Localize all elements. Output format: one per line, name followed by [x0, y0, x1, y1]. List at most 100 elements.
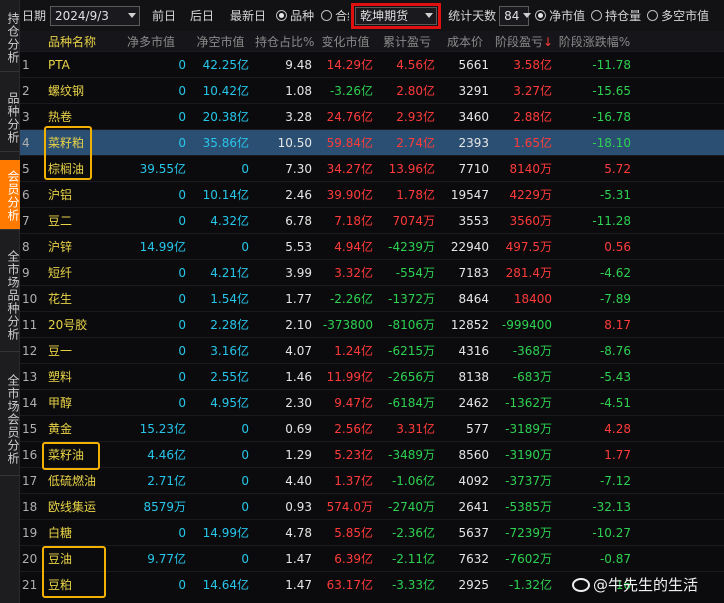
- row-name: 甲醇: [48, 396, 73, 410]
- row-stage-rise: 4.28: [604, 421, 631, 436]
- row-holding-pct: 3.99: [285, 265, 312, 280]
- row-cost: 4092: [458, 473, 489, 488]
- row-index: 14: [22, 395, 38, 410]
- row-cost: 2393: [458, 135, 489, 150]
- row-index: 17: [22, 473, 38, 488]
- table-row[interactable]: 20 豆油 9.77亿 0 1.47 6.39亿 -2.11亿 7632 -7602万 -0.87: [20, 545, 724, 571]
- row-name: 塑料: [48, 370, 73, 384]
- row-net-short: 10.42亿: [202, 84, 249, 98]
- table-row[interactable]: 4 菜籽粕 0 35.86亿 10.50 59.84亿 2.74亿 2393 1.65亿 -18.…: [20, 129, 724, 155]
- header-cost[interactable]: 成本价: [438, 33, 492, 50]
- row-holding-pct: 4.07: [285, 343, 312, 358]
- row-name: 豆油: [48, 552, 73, 566]
- row-cost: 3553: [458, 213, 489, 228]
- radio-holding[interactable]: 持仓量: [591, 7, 641, 24]
- latest-day-button[interactable]: 最新日: [230, 7, 266, 24]
- header-change-value[interactable]: 变化市值: [315, 33, 376, 50]
- row-name: 黄金: [48, 422, 73, 436]
- table-row[interactable]: 17 低硫燃油 2.71亿 0 4.40 1.37亿 -1.06亿 4092 -3737万 -7.…: [20, 467, 724, 493]
- row-holding-pct: 1.29: [285, 447, 312, 462]
- header-net-long[interactable]: 净多市值: [113, 33, 189, 50]
- row-net-short: 0: [241, 239, 249, 254]
- row-change-value: 2.56亿: [334, 422, 373, 436]
- watermark: @牛先生的生活: [572, 574, 698, 595]
- table-row[interactable]: 14 甲醇 0 4.95亿 2.30 9.47亿 -6184万 2462 -1362万 -4.51: [20, 389, 724, 415]
- row-cum-pnl: -3489万: [388, 448, 435, 462]
- row-index: 11: [22, 317, 38, 332]
- radio-long-short[interactable]: 多空市值: [647, 7, 709, 24]
- row-cum-pnl: -6215万: [388, 344, 435, 358]
- row-name: 白糖: [48, 526, 73, 540]
- tab-market-variety-analysis[interactable]: 全市场品种分析: [0, 238, 20, 352]
- row-cum-pnl: 7074万: [392, 214, 435, 228]
- header-stage-rise[interactable]: 阶段涨跌幅%: [555, 33, 634, 50]
- radio-contract[interactable]: 合约: [321, 7, 349, 24]
- radio-unchecked-icon: [647, 10, 659, 21]
- row-stage-rise: -11.78: [592, 57, 631, 72]
- next-day-button[interactable]: 后日: [190, 7, 214, 24]
- table-row[interactable]: 15 黄金 15.23亿 0 0.69 2.56亿 3.31亿 577 -3189万 4.28: [20, 415, 724, 441]
- table-row[interactable]: 8 沪锌 14.99亿 0 5.53 4.94亿 -4239万 22940 497.5万 0.56: [20, 233, 724, 259]
- table-row[interactable]: 5 棕榈油 39.55亿 0 7.30 34.27亿 13.96亿 7710 8140万 5.72: [20, 155, 724, 181]
- row-cost: 2925: [458, 577, 489, 592]
- table-row[interactable]: 2 螺纹钢 0 10.42亿 1.08 -3.26亿 2.80亿 3291 3.27亿 -15.6…: [20, 77, 724, 103]
- row-stage-pnl: -7602万: [505, 552, 552, 566]
- row-name: PTA: [48, 57, 70, 72]
- row-stage-rise: -7.89: [599, 291, 631, 306]
- table-row[interactable]: 13 塑料 0 2.55亿 1.46 11.99亿 -2656万 8138 -683万 -5.43: [20, 363, 724, 389]
- header-holding-pct[interactable]: 持仓占比%: [252, 33, 315, 50]
- row-stage-pnl: 3.58亿: [513, 58, 552, 72]
- table-row[interactable]: 11 20号胶 0 2.28亿 2.10 -373800 -8106万 12852 -99940…: [20, 311, 724, 337]
- row-stage-pnl: -7239万: [505, 526, 552, 540]
- row-cost: 7632: [458, 551, 489, 566]
- row-net-short: 2.28亿: [210, 318, 249, 332]
- member-select[interactable]: 乾坤期货: [355, 6, 438, 25]
- header-stage-pnl[interactable]: 阶段盈亏↓: [492, 33, 555, 50]
- table-row[interactable]: 1 PTA 0 42.25亿 9.48 14.29亿 4.56亿 5661 3.58亿 -11.7…: [20, 51, 724, 77]
- row-name: 棕榈油: [48, 162, 85, 176]
- table-row[interactable]: 6 沪铝 0 10.14亿 2.46 39.90亿 1.78亿 19547 4229万 -5.31: [20, 181, 724, 207]
- tab-position-analysis[interactable]: 持仓分析: [0, 2, 20, 72]
- prev-day-button[interactable]: 前日: [152, 7, 176, 24]
- stat-days-select[interactable]: 84: [499, 5, 532, 26]
- table-row[interactable]: 16 菜籽油 4.46亿 0 1.29 5.23亿 -3489万 8560 -3190万 1.77: [20, 441, 724, 467]
- row-holding-pct: 1.08: [285, 83, 312, 98]
- table-body: 1 PTA 0 42.25亿 9.48 14.29亿 4.56亿 5661 3.58亿 -11.7…: [20, 51, 724, 597]
- header-name[interactable]: 品种名称: [45, 33, 113, 50]
- table-row[interactable]: 10 花生 0 1.54亿 1.77 -2.26亿 -1372万 8464 18400 -7.89: [20, 285, 724, 311]
- row-stage-pnl: 4229万: [509, 188, 552, 202]
- radio-holding-label: 持仓量: [605, 9, 642, 23]
- row-stage-pnl: -3189万: [505, 422, 552, 436]
- row-index: 15: [22, 421, 38, 436]
- row-net-short: 0: [241, 447, 249, 462]
- date-select[interactable]: 2024/9/3: [50, 5, 141, 26]
- tab-member-analysis[interactable]: 会员分析: [0, 160, 20, 230]
- tab-variety-analysis[interactable]: 品种分析: [0, 82, 20, 152]
- row-cost: 5661: [458, 57, 489, 72]
- row-net-short: 4.95亿: [210, 396, 249, 410]
- row-holding-pct: 7.30: [285, 161, 312, 176]
- row-holding-pct: 1.46: [285, 369, 312, 384]
- row-cost: 3291: [458, 83, 489, 98]
- row-index: 18: [22, 499, 38, 514]
- header-cum-pnl[interactable]: 累计盈亏: [376, 33, 438, 50]
- table-row[interactable]: 9 短纤 0 4.21亿 3.99 3.32亿 -554万 7183 281.4万 -4.62: [20, 259, 724, 285]
- table-row[interactable]: 3 热卷 0 20.38亿 3.28 24.76亿 2.93亿 3460 2.88亿 -16.78: [20, 103, 724, 129]
- row-holding-pct: 3.28: [285, 109, 312, 124]
- row-net-long: 0: [178, 57, 186, 72]
- table-row[interactable]: 7 豆二 0 4.32亿 6.78 7.18亿 7074万 3553 3560万 -11.28: [20, 207, 724, 233]
- radio-net-value[interactable]: 净市值: [535, 7, 585, 24]
- row-net-long: 9.77亿: [147, 552, 186, 566]
- tab-market-member-analysis[interactable]: 全市场会员分析: [0, 362, 20, 476]
- radio-variety[interactable]: 品种: [276, 7, 314, 24]
- table-header: 品种名称 净多市值 净空市值 持仓占比% 变化市值 累计盈亏 成本价 阶段盈亏↓…: [20, 31, 724, 51]
- header-net-short[interactable]: 净空市值: [189, 33, 252, 50]
- table-row[interactable]: 12 豆一 0 3.16亿 4.07 1.24亿 -6215万 4316 -368万 -8.76: [20, 337, 724, 363]
- row-cum-pnl: 2.80亿: [396, 84, 435, 98]
- table-row[interactable]: 18 欧线集运 8579万 0 0.93 574.0万 -2740万 2641 -5385万 -3…: [20, 493, 724, 519]
- table-row[interactable]: 19 白糖 0 14.99亿 4.78 5.85亿 -2.36亿 5637 -7239万 -10.…: [20, 519, 724, 545]
- row-index: 12: [22, 343, 38, 358]
- header-stage-pnl-label: 阶段盈亏: [495, 34, 544, 49]
- row-index: 1: [22, 57, 30, 72]
- row-change-value: 63.17亿: [326, 578, 373, 592]
